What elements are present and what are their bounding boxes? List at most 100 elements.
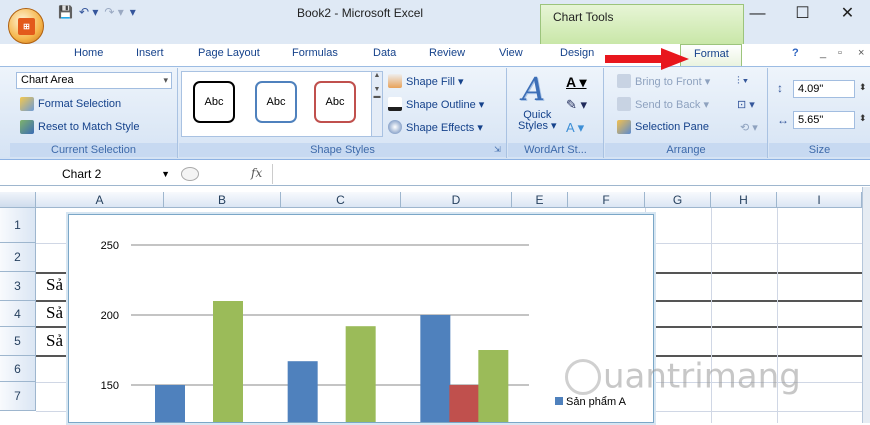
column-header-d[interactable]: D	[401, 192, 512, 208]
y-tick-label: 200	[101, 310, 119, 322]
undo-button[interactable]: ↶ ▾	[79, 5, 98, 19]
shape-fill-label: Shape Fill ▾	[406, 75, 464, 88]
wordart-styles-label: WordArt St...	[508, 143, 603, 157]
save-icon[interactable]: 💾	[58, 5, 73, 19]
watermark-logo-icon	[565, 358, 601, 395]
column-header-f[interactable]: F	[568, 192, 645, 208]
reset-to-match-style-button[interactable]: Reset to Match Style	[20, 120, 140, 134]
tab-format[interactable]: Format	[680, 44, 742, 66]
shape-height-input[interactable]: 4.09"	[793, 80, 855, 98]
width-icon: ↔	[777, 113, 789, 127]
ribbon-restore-button[interactable]: ▫	[838, 47, 842, 59]
tab-review[interactable]: Review	[429, 47, 465, 59]
shape-effects-icon	[388, 120, 402, 134]
selection-pane-icon	[617, 120, 631, 134]
window-title: Book2 - Microsoft Excel	[297, 6, 424, 20]
shape-effects-label: Shape Effects ▾	[406, 121, 483, 134]
dialog-launcher-icon[interactable]: ⇲	[494, 145, 501, 154]
send-to-back-label: Send to Back ▾	[635, 98, 710, 111]
column-header-c[interactable]: C	[281, 192, 401, 208]
shape-style-red[interactable]: Abc	[314, 81, 356, 123]
column-header-a[interactable]: A	[36, 192, 164, 208]
text-effects-button[interactable]: A ▾	[566, 120, 584, 136]
column-header-i[interactable]: I	[777, 192, 862, 208]
selection-pane-label: Selection Pane	[635, 121, 709, 133]
formula-cancel-icon[interactable]	[181, 167, 199, 181]
reset-style-icon	[20, 120, 34, 134]
chart-bar	[345, 326, 376, 425]
maximize-button[interactable]: ☐	[780, 0, 825, 30]
customize-qat-button[interactable]: ▾	[130, 5, 136, 19]
legend-swatch	[555, 397, 563, 405]
vertical-scrollbar[interactable]	[862, 187, 870, 423]
redo-button[interactable]: ↷ ▾	[104, 5, 123, 19]
office-logo-icon: ⊞	[18, 18, 35, 35]
tab-page-layout[interactable]: Page Layout	[198, 47, 260, 59]
shape-styles-label: Shape Styles	[179, 143, 506, 157]
insert-function-button[interactable]: fx	[251, 166, 262, 180]
tab-format-label: Format	[694, 48, 729, 60]
tab-design[interactable]: Design	[560, 47, 594, 59]
red-arrow-icon	[605, 48, 689, 70]
tab-data[interactable]: Data	[373, 47, 396, 59]
bring-to-front-button[interactable]: Bring to Front ▾	[617, 74, 710, 88]
row-header-4[interactable]: 4	[0, 301, 36, 327]
height-spinner-icon[interactable]: ⬍	[859, 82, 867, 93]
shape-fill-button[interactable]: Shape Fill ▾	[388, 74, 464, 88]
send-to-back-button[interactable]: Send to Back ▾	[617, 97, 709, 111]
shape-style-black[interactable]: Abc	[193, 81, 235, 123]
close-button[interactable]: ✕	[825, 0, 870, 30]
row-header-3[interactable]: 3	[0, 272, 36, 301]
arrange-label: Arrange	[605, 143, 767, 157]
shape-outline-label: Shape Outline ▾	[406, 98, 485, 111]
ribbon-close-button[interactable]: ×	[858, 47, 864, 59]
tab-view[interactable]: View	[499, 47, 523, 59]
office-button[interactable]: ⊞	[8, 8, 44, 44]
selection-pane-button[interactable]: Selection Pane	[617, 120, 709, 134]
group-icon[interactable]: ⊡ ▾	[737, 98, 755, 111]
cell-a3[interactable]: Sả	[46, 275, 63, 295]
tab-home[interactable]: Home	[74, 47, 103, 59]
width-spinner-icon[interactable]: ⬍	[859, 113, 867, 124]
text-outline-button[interactable]: ✎ ▾	[566, 97, 587, 113]
column-header-h[interactable]: H	[711, 192, 777, 208]
quick-styles-button[interactable]: Quick Styles ▾	[518, 110, 557, 132]
chart-elements-dropdown[interactable]: Chart Area ▾	[16, 72, 172, 89]
shape-effects-button[interactable]: Shape Effects ▾	[388, 120, 483, 134]
chevron-down-icon: ▾	[163, 75, 168, 85]
pencil-icon	[388, 97, 402, 111]
tab-formulas[interactable]: Formulas	[292, 47, 338, 59]
rotate-icon[interactable]: ⟲ ▾	[740, 121, 758, 134]
height-icon: ↕	[777, 81, 783, 95]
select-all-corner[interactable]	[0, 192, 36, 208]
chart-bar	[213, 301, 243, 425]
row-header-5[interactable]: 5	[0, 327, 36, 356]
chart-tools-label: Chart Tools	[553, 10, 614, 24]
column-header-e[interactable]: E	[512, 192, 568, 208]
quick-access-toolbar: 💾 ↶ ▾ ↷ ▾ ▾	[58, 5, 136, 19]
shape-style-blue[interactable]: Abc	[255, 81, 297, 123]
styles-gallery-scrollbar[interactable]: ▲ ▼ ▬	[371, 71, 383, 137]
format-selection-button[interactable]: Format Selection	[20, 97, 121, 111]
name-box[interactable]: Chart 2 ▼	[6, 164, 176, 184]
shape-outline-button[interactable]: Shape Outline ▾	[388, 97, 484, 111]
shape-width-input[interactable]: 5.65"	[793, 111, 855, 129]
wordart-a-icon: A	[522, 70, 546, 108]
minimize-button[interactable]: —	[735, 0, 780, 30]
column-header-b[interactable]: B	[164, 192, 281, 208]
chart-tools-group: Chart Tools	[540, 4, 744, 44]
cell-a5[interactable]: Sả	[46, 331, 63, 351]
ribbon-minimize-button[interactable]: _	[820, 47, 826, 59]
help-icon[interactable]: ?	[792, 47, 799, 59]
row-header-6[interactable]: 6	[0, 356, 36, 382]
row-header-2[interactable]: 2	[0, 243, 36, 272]
row-header-7[interactable]: 7	[0, 382, 36, 411]
cell-a4[interactable]: Sả	[46, 303, 63, 323]
column-header-g[interactable]: G	[645, 192, 711, 208]
row-header-1[interactable]: 1	[0, 208, 36, 243]
tab-insert[interactable]: Insert	[136, 47, 164, 59]
text-fill-button[interactable]: A ▾	[566, 74, 587, 91]
align-icon[interactable]: ⫶ ▾	[737, 75, 748, 88]
formula-input[interactable]	[272, 164, 860, 184]
bring-to-front-label: Bring to Front ▾	[635, 75, 711, 88]
